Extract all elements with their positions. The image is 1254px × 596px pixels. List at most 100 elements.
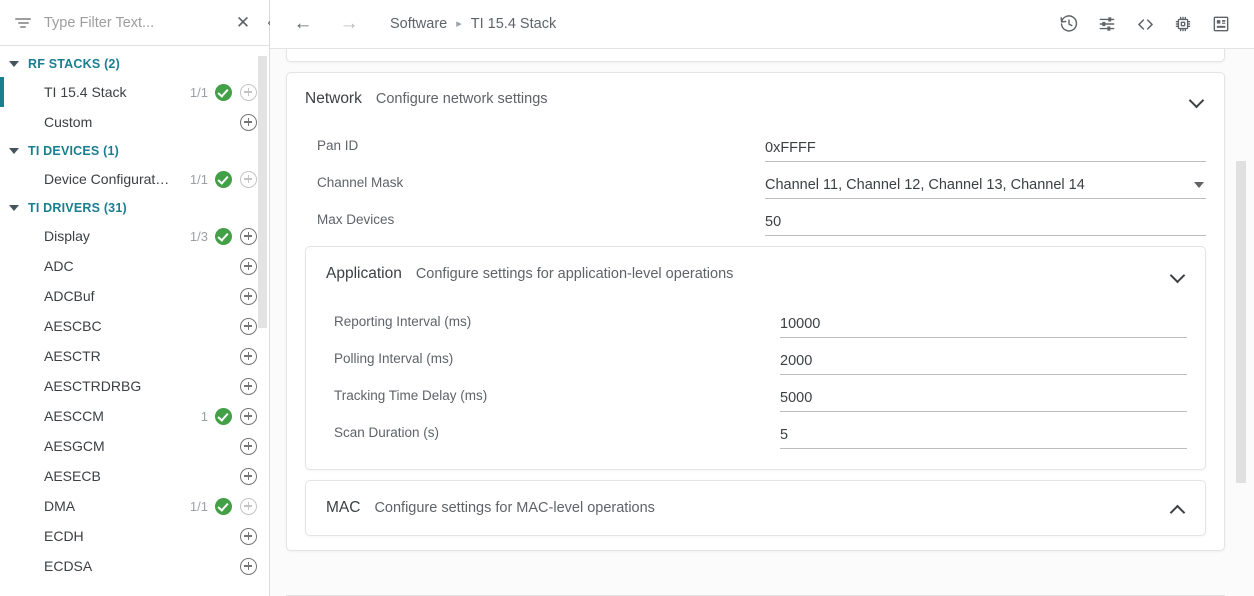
tree-item-custom[interactable]: Custom [0, 107, 269, 137]
field-control[interactable] [765, 140, 1206, 162]
polling-interval-input[interactable] [780, 353, 1187, 369]
section-application-header[interactable]: Application Configure settings for appli… [306, 247, 1205, 301]
section-network-description: Configure network settings [375, 91, 548, 107]
tree-item-dma[interactable]: DMA 1/1 [0, 491, 269, 521]
field-control[interactable] [780, 427, 1187, 449]
tree-item-adcbuf[interactable]: ADCBuf [0, 281, 269, 311]
channel-mask-select[interactable] [765, 177, 1194, 193]
add-module-icon[interactable] [240, 497, 257, 515]
add-module-icon[interactable] [240, 170, 257, 188]
field-control[interactable] [780, 353, 1187, 375]
add-module-icon[interactable] [240, 527, 257, 545]
tree-item-count: 1/1 [189, 498, 208, 514]
back-arrow-icon[interactable]: ← [288, 9, 318, 39]
field-control[interactable] [780, 316, 1187, 338]
chevron-up-icon[interactable] [1171, 504, 1185, 513]
caret-down-icon [9, 204, 19, 211]
filter-input[interactable] [44, 14, 231, 31]
status-check-icon [215, 227, 232, 245]
tree-item-label: ECDSA [44, 558, 93, 574]
tree-item-label: Display [44, 228, 90, 244]
add-module-icon[interactable] [240, 287, 257, 305]
add-module-icon[interactable] [240, 227, 257, 245]
field-row: Pan ID [305, 125, 1206, 162]
scrolled-card-edge [286, 49, 1225, 62]
max-devices-input[interactable] [765, 214, 1206, 230]
field-control[interactable] [765, 214, 1206, 236]
history-icon[interactable] [1050, 5, 1088, 43]
status-placeholder [215, 288, 232, 305]
add-module-icon[interactable] [240, 377, 257, 395]
tree-item-aesgcm[interactable]: AESGCM [0, 431, 269, 461]
section-mac-header[interactable]: MAC Configure settings for MAC-level ope… [306, 481, 1205, 535]
status-check-icon [215, 83, 232, 101]
field-label-channel-mask: Channel Mask [317, 175, 404, 190]
panel-icon[interactable] [1202, 5, 1240, 43]
section-network: Network Configure network settings Pan I… [286, 72, 1225, 551]
section-application-fields: Reporting Interval (ms) Polling Interval… [306, 301, 1205, 469]
tree-item-count: 1 [200, 408, 208, 424]
sidebar-scrollbar-thumb[interactable] [258, 56, 267, 328]
add-module-icon[interactable] [240, 257, 257, 275]
component-tree[interactable]: RF STACKS (2) TI 15.4 Stack 1/1 Custom TI DE… [0, 46, 269, 596]
field-control[interactable] [765, 177, 1206, 199]
dropdown-arrow-icon[interactable] [1194, 182, 1204, 188]
tree-item-adc[interactable]: ADC [0, 251, 269, 281]
tree-item-aesecb[interactable]: AESECB [0, 461, 269, 491]
add-module-icon[interactable] [240, 347, 257, 365]
add-module-icon[interactable] [240, 437, 257, 455]
sidebar-scrollbar[interactable] [258, 46, 267, 596]
tree-item-ti-15-4-stack[interactable]: TI 15.4 Stack 1/1 [0, 77, 269, 107]
main-scrollbar-thumb[interactable] [1236, 161, 1246, 483]
chevron-down-icon[interactable] [1171, 270, 1185, 279]
clear-filter-icon[interactable]: ✕ [231, 11, 255, 35]
breadcrumb-current[interactable]: TI 15.4 Stack [471, 16, 556, 32]
status-placeholder [215, 348, 232, 365]
section-application-description: Configure settings for application-level… [415, 266, 734, 282]
section-application-title: Application [326, 265, 402, 282]
add-module-icon[interactable] [240, 557, 257, 575]
pan-id-input[interactable] [765, 140, 1206, 156]
status-placeholder [215, 468, 232, 485]
add-module-icon[interactable] [240, 407, 257, 425]
section-application: Application Configure settings for appli… [305, 246, 1206, 470]
tracking-time-delay-input[interactable] [780, 390, 1187, 406]
add-module-icon[interactable] [240, 317, 257, 335]
field-label-polling-interval: Polling Interval (ms) [334, 351, 454, 366]
main-panel: ← → Software ▸ TI 15.4 Stack Network Con… [270, 0, 1254, 596]
add-module-icon[interactable] [240, 113, 257, 131]
field-row: Max Devices [305, 199, 1206, 236]
main-scrollbar[interactable] [1236, 49, 1246, 596]
tree-item-aesccm[interactable]: AESCCM 1 [0, 401, 269, 431]
tree-item-ecdh[interactable]: ECDH [0, 521, 269, 551]
sliders-icon[interactable] [1088, 5, 1126, 43]
scan-duration-input[interactable] [780, 427, 1187, 443]
filter-bar: ✕ « [0, 0, 276, 46]
tree-group-ti-devices-1[interactable]: TI DEVICES (1) [0, 137, 269, 164]
field-label-pan-id: Pan ID [317, 138, 359, 153]
add-module-icon[interactable] [240, 467, 257, 485]
tree-item-display[interactable]: Display 1/3 [0, 221, 269, 251]
tree-item-aescbc[interactable]: AESCBC [0, 311, 269, 341]
section-mac-title: MAC [326, 499, 361, 516]
field-control[interactable] [780, 390, 1187, 412]
tree-item-ecdsa[interactable]: ECDSA [0, 551, 269, 581]
forward-arrow-icon[interactable]: → [334, 9, 364, 39]
tree-item-label: ECDH [44, 528, 84, 544]
chip-icon[interactable] [1164, 5, 1202, 43]
tree-item-device-configurat[interactable]: Device Configurat… 1/1 [0, 164, 269, 194]
add-module-icon[interactable] [240, 83, 257, 101]
chevron-down-icon[interactable] [1190, 95, 1204, 104]
reporting-interval-input[interactable] [780, 316, 1187, 332]
tree-item-aesctr[interactable]: AESCTR [0, 341, 269, 371]
status-check-icon [215, 497, 232, 515]
tree-group-rf-stacks-2[interactable]: RF STACKS (2) [0, 50, 269, 77]
section-network-header[interactable]: Network Configure network settings [287, 73, 1224, 125]
code-icon[interactable] [1126, 5, 1164, 43]
breadcrumb-software[interactable]: Software [390, 16, 447, 32]
tree-item-label: ADCBuf [44, 288, 95, 304]
tree-group-ti-drivers-31[interactable]: TI DRIVERS (31) [0, 194, 269, 221]
tree-item-aesctrdrbg[interactable]: AESCTRDRBG [0, 371, 269, 401]
tree-item-count: 1/1 [189, 84, 208, 100]
caret-down-icon [9, 147, 19, 154]
